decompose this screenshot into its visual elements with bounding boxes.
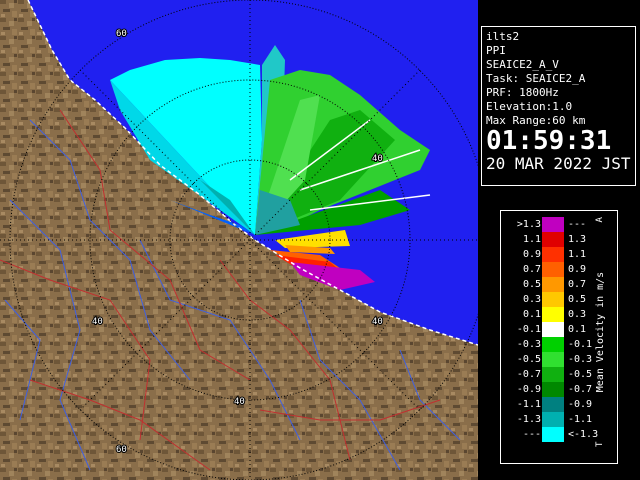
legend-lower-value: -0.1: [516, 324, 541, 335]
legend-title-text: Mean Velocity in m/s: [595, 271, 606, 393]
legend-lower-value: 0.1: [522, 309, 541, 320]
range-label-40-northeast: 40: [372, 154, 383, 164]
legend-lower-value: 0.9: [522, 249, 541, 260]
legend-bottom-marker: T: [595, 441, 605, 447]
legend-lower-value: -0.9: [516, 384, 541, 395]
legend-color-swatch: [542, 232, 564, 247]
legend-lower-value: 0.7: [522, 264, 541, 275]
scan-date: 20 MAR 2022 JST: [486, 154, 631, 173]
legend-color-swatch: [542, 337, 564, 352]
legend-lower-value: >1.3: [516, 219, 541, 230]
legend-upper-value: 0.9: [568, 264, 587, 275]
legend-lower-value: -0.7: [516, 369, 541, 380]
range-label-60-south: 60: [116, 445, 127, 455]
legend-upper-value: -0.3: [568, 354, 593, 365]
legend-upper-value: 0.1: [568, 324, 587, 335]
task-name: Task: SEAICE2_A: [486, 72, 586, 85]
legend-row: >1.3 ---: [505, 217, 605, 232]
legend-lower-value: -1.1: [516, 399, 541, 410]
legend-color-swatch: [542, 382, 564, 397]
legend-row: 1.1 1.3: [505, 232, 605, 247]
legend-lower-value: -0.5: [516, 354, 541, 365]
legend-upper-value: 1.3: [568, 234, 587, 245]
legend-lower-value: 0.3: [522, 294, 541, 305]
legend-upper-value: 0.3: [568, 309, 587, 320]
legend-upper-value: ---: [568, 219, 587, 230]
legend-lower-value: -0.3: [516, 339, 541, 350]
prf-value: PRF: 1800Hz: [486, 86, 559, 99]
radar-info-panel: ilts2 PPI SEAICE2_A_V Task: SEAICE2_A PR…: [481, 26, 636, 186]
scan-mode: PPI: [486, 44, 506, 57]
product-name: SEAICE2_A_V: [486, 58, 559, 71]
legend-upper-value: 0.7: [568, 279, 587, 290]
legend-title: T Mean Velocity in m/s A: [595, 217, 606, 447]
range-label-40-south: 40: [234, 397, 245, 407]
legend-color-swatch: [542, 397, 564, 412]
legend-row: -0.1 0.1: [505, 322, 605, 337]
elevation-value: Elevation:1.0: [486, 100, 573, 113]
station-name: ilts2: [486, 30, 520, 43]
legend-top-marker: A: [595, 217, 605, 223]
legend-lower-value: ---: [522, 429, 541, 440]
legend-upper-value: 1.1: [568, 249, 587, 260]
legend-color-swatch: [542, 277, 564, 292]
legend-row: -0.5 -0.3: [505, 352, 605, 367]
legend-row: -0.9 -0.7: [505, 382, 605, 397]
legend-color-swatch: [542, 307, 564, 322]
legend-row: 0.7 0.9: [505, 262, 605, 277]
legend-color-swatch: [542, 352, 564, 367]
legend-color-swatch: [542, 322, 564, 337]
range-label-40-west: 40: [92, 317, 103, 327]
legend-color-swatch: [542, 292, 564, 307]
legend-row: -1.1 -0.9: [505, 397, 605, 412]
legend-rows: >1.3 --- 1.1 1.3 0.9 1.1 0.7 0.9 0.5 0.7 0.3 0.5 0.1…: [505, 217, 605, 442]
legend-color-swatch: [542, 217, 564, 232]
legend-color-swatch: [542, 427, 564, 442]
legend-lower-value: 1.1: [522, 234, 541, 245]
range-label-60-north: 60: [116, 29, 127, 39]
legend-row: -0.3 -0.1: [505, 337, 605, 352]
legend-lower-value: 0.5: [522, 279, 541, 290]
legend-upper-value: -0.7: [568, 384, 593, 395]
legend-row: -1.3 -1.1: [505, 412, 605, 427]
legend-row: --- <-1.3: [505, 427, 605, 442]
velocity-legend: >1.3 --- 1.1 1.3 0.9 1.1 0.7 0.9 0.5 0.7 0.3 0.5 0.1…: [500, 210, 618, 464]
legend-color-swatch: [542, 247, 564, 262]
legend-row: 0.3 0.5: [505, 292, 605, 307]
radar-map[interactable]: 60 40 40 40 40 60: [0, 0, 478, 480]
legend-lower-value: -1.3: [516, 414, 541, 425]
legend-upper-value: -1.1: [568, 414, 593, 425]
legend-color-swatch: [542, 262, 564, 277]
radar-map-svg: 60 40 40 40 40 60: [0, 0, 478, 480]
legend-upper-value: 0.5: [568, 294, 587, 305]
legend-row: 0.1 0.3: [505, 307, 605, 322]
legend-upper-value: -0.1: [568, 339, 593, 350]
legend-row: 0.5 0.7: [505, 277, 605, 292]
range-label-40-east: 40: [372, 317, 383, 327]
legend-upper-value: -0.5: [568, 369, 593, 380]
legend-upper-value: -0.9: [568, 399, 593, 410]
legend-row: 0.9 1.1: [505, 247, 605, 262]
legend-row: -0.7 -0.5: [505, 367, 605, 382]
legend-color-swatch: [542, 412, 564, 427]
legend-color-swatch: [542, 367, 564, 382]
legend-upper-value: <-1.3: [568, 429, 599, 440]
scan-time: 01:59:31: [486, 126, 612, 156]
